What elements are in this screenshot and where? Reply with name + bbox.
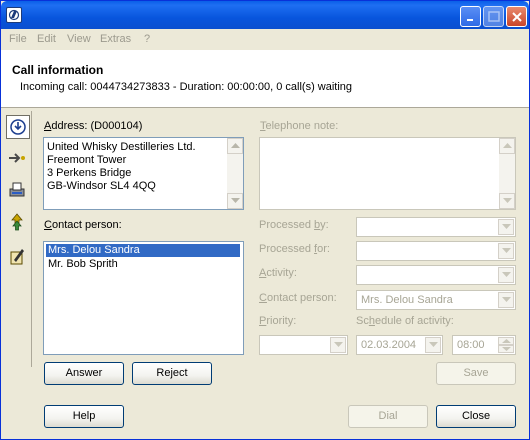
chevron-down-icon <box>498 219 514 235</box>
scroll-up-arrow-icon <box>499 138 515 154</box>
call-information-window: File Edit View Extras ? Call information… <box>0 0 530 440</box>
phone-info-icon <box>10 119 26 135</box>
answer-button[interactable]: Answer <box>44 362 124 385</box>
scroll-up-arrow-icon[interactable] <box>227 138 243 154</box>
contact-list-item-selected[interactable]: Mrs. Delou Sandra <box>45 243 241 258</box>
menu-extras[interactable]: Extras <box>100 33 131 45</box>
telephone-note-label: Telephone note: <box>260 120 339 132</box>
contact-person-list[interactable]: Mrs. Delou Sandra Mr. Bob Sprith <box>43 241 244 355</box>
schedule-date-value: 02.03.2004 <box>361 339 417 351</box>
processed-for-label: Processed for: <box>259 243 330 255</box>
address-scrollbar[interactable] <box>227 138 243 209</box>
maximize-button <box>483 6 504 27</box>
chevron-down-icon <box>498 243 514 259</box>
side-toolbar <box>4 111 32 367</box>
spin-down-icon <box>498 345 514 353</box>
contact-person-field-label: Contact person: <box>259 292 337 304</box>
chevron-down-icon <box>498 292 514 308</box>
call-status-text: Incoming call: 0044734273833 - Duration:… <box>20 81 353 93</box>
address-textbox[interactable]: United Whisky Destilleries Ltd. Freemont… <box>43 137 244 210</box>
reject-button[interactable]: Reject <box>132 362 212 385</box>
chevron-down-icon <box>330 337 346 353</box>
up-arrows-icon <box>11 213 23 231</box>
close-button[interactable]: Close <box>436 405 516 428</box>
processed-by-combo <box>356 217 516 237</box>
menu-help[interactable]: ? <box>144 33 150 45</box>
printer-icon <box>9 182 25 197</box>
chevron-down-icon <box>498 267 514 283</box>
title-bar[interactable] <box>1 1 529 29</box>
scroll-down-arrow-icon <box>499 193 515 209</box>
processed-by-label: Processed by: <box>259 219 329 231</box>
priority-label: Priority: <box>259 315 297 327</box>
help-button[interactable]: Help <box>44 405 124 428</box>
app-icon <box>6 7 22 23</box>
address-label: Address: (D000104) <box>44 120 143 132</box>
address-line: GB-Windsor SL4 4QQ <box>47 180 156 192</box>
telephone-note-textbox <box>259 137 516 210</box>
spin-up-icon <box>498 337 514 345</box>
minimize-button[interactable] <box>460 6 481 27</box>
call-info-panel: Call information Incoming call: 00447342… <box>1 50 529 108</box>
forward-arrow-icon <box>9 153 25 163</box>
edit-note-button[interactable] <box>6 245 30 269</box>
transfer-button[interactable] <box>6 211 30 235</box>
schedule-time-value: 08:00 <box>457 339 485 351</box>
menu-bar: File Edit View Extras ? <box>1 29 529 49</box>
dial-button: Dial <box>348 405 428 428</box>
contact-person-combo: Mrs. Delou Sandra <box>356 290 516 310</box>
pencil-icon <box>10 249 24 265</box>
processed-for-combo <box>356 241 516 261</box>
activity-combo <box>356 265 516 285</box>
call-info-tool-button[interactable] <box>6 115 30 139</box>
contact-list-item[interactable]: Mr. Bob Sprith <box>46 258 118 271</box>
schedule-label: Schedule of activity: <box>356 315 454 327</box>
forward-call-button[interactable] <box>6 147 30 171</box>
activity-label: Activity: <box>259 267 297 279</box>
contact-person-label: Contact person: <box>44 219 122 231</box>
address-line: 3 Perkens Bridge <box>47 167 132 179</box>
schedule-date-picker: 02.03.2004 <box>356 335 443 355</box>
save-button: Save <box>436 362 516 385</box>
scroll-down-arrow-icon[interactable] <box>227 193 243 209</box>
call-info-title: Call information <box>12 63 104 77</box>
menu-file[interactable]: File <box>9 33 27 45</box>
calendar-dropdown-icon <box>425 337 441 353</box>
menu-edit[interactable]: Edit <box>37 33 56 45</box>
contact-person-value: Mrs. Delou Sandra <box>361 294 453 306</box>
address-lines: United Whisky Destilleries Ltd. Freemont… <box>47 141 196 193</box>
address-line: United Whisky Destilleries Ltd. <box>47 141 196 153</box>
close-window-button[interactable] <box>506 6 527 27</box>
note-scrollbar <box>499 138 515 209</box>
menu-view[interactable]: View <box>67 33 91 45</box>
address-line: Freemont Tower <box>47 154 127 166</box>
print-button[interactable] <box>6 179 30 203</box>
priority-combo <box>259 335 348 355</box>
schedule-time-spinner: 08:00 <box>452 335 516 355</box>
